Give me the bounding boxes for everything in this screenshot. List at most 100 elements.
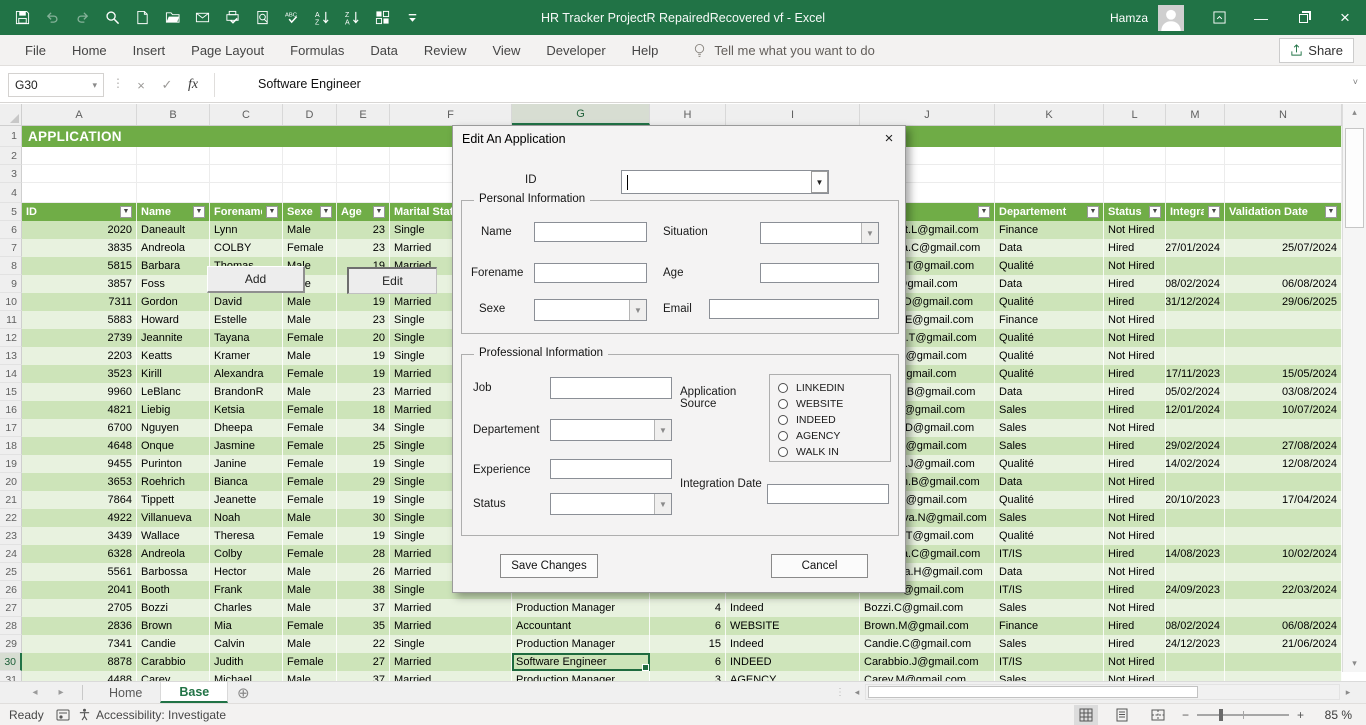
- cell-sexe[interactable]: Female: [283, 491, 337, 509]
- accessibility-status[interactable]: Accessibility: Investigate: [78, 708, 226, 722]
- cell-status[interactable]: Not Hired: [1104, 329, 1166, 347]
- cell-email[interactable]: Brown.M@gmail.com: [860, 617, 995, 635]
- sheet-nav-right-icon[interactable]: ▸: [48, 682, 74, 703]
- filter-button[interactable]: ▼: [373, 206, 385, 218]
- vertical-scrollbar[interactable]: ▴ ▾: [1342, 104, 1366, 672]
- cell-email[interactable]: Carabbio.J@gmail.com: [860, 653, 995, 671]
- row-header-31[interactable]: 31: [0, 671, 22, 681]
- formula-content[interactable]: Software Engineer: [258, 77, 361, 91]
- ribbon-tab-insert[interactable]: Insert: [120, 35, 179, 66]
- cell-age[interactable]: 25: [337, 437, 390, 455]
- cell-status[interactable]: Not Hired: [1104, 473, 1166, 491]
- zoom-out-icon[interactable]: −: [1182, 708, 1189, 722]
- cell-name[interactable]: Onque: [137, 437, 210, 455]
- cell-id[interactable]: 4648: [22, 437, 137, 455]
- empty-cell[interactable]: [1166, 183, 1225, 203]
- minimize-button[interactable]: —: [1240, 0, 1282, 35]
- cell-status[interactable]: Hired: [1104, 239, 1166, 257]
- row-header-27[interactable]: 27: [0, 599, 22, 617]
- cell-dept[interactable]: Finance: [995, 617, 1104, 635]
- cell-sexe[interactable]: Male: [283, 599, 337, 617]
- cell-name[interactable]: Booth: [137, 581, 210, 599]
- cell-valid[interactable]: 06/08/2024: [1225, 617, 1342, 635]
- empty-cell[interactable]: [137, 183, 210, 203]
- column-header-i[interactable]: I: [726, 104, 860, 125]
- cell-valid[interactable]: [1225, 527, 1342, 545]
- cell-age[interactable]: 38: [337, 581, 390, 599]
- cell-name[interactable]: Keatts: [137, 347, 210, 365]
- radio-icon[interactable]: [778, 383, 788, 393]
- cell-name[interactable]: Bozzi: [137, 599, 210, 617]
- filter-button[interactable]: ▼: [193, 206, 205, 218]
- cell-forename[interactable]: Ketsia: [210, 401, 283, 419]
- empty-cell[interactable]: [995, 165, 1104, 183]
- cell-integ[interactable]: [1166, 509, 1225, 527]
- cell-forename[interactable]: Noah: [210, 509, 283, 527]
- cell-marital[interactable]: Married: [390, 599, 512, 617]
- cell-status[interactable]: Not Hired: [1104, 221, 1166, 239]
- cell-sexe[interactable]: Female: [283, 437, 337, 455]
- cell-name[interactable]: Foss: [137, 275, 210, 293]
- cell-valid[interactable]: [1225, 563, 1342, 581]
- cell-status[interactable]: Not Hired: [1104, 527, 1166, 545]
- row-header-10[interactable]: 10: [0, 293, 22, 311]
- cell-integ[interactable]: 20/10/2023: [1166, 491, 1225, 509]
- cell-marital[interactable]: Single: [390, 635, 512, 653]
- save-changes-button[interactable]: Save Changes: [500, 554, 598, 578]
- cell-dept[interactable]: Sales: [995, 509, 1104, 527]
- cell-dept[interactable]: Qualité: [995, 293, 1104, 311]
- cell-integ[interactable]: [1166, 221, 1225, 239]
- column-header-d[interactable]: D: [283, 104, 337, 125]
- empty-cell[interactable]: [337, 147, 390, 165]
- cell-dept[interactable]: Data: [995, 383, 1104, 401]
- cell-id[interactable]: 7864: [22, 491, 137, 509]
- cell-status[interactable]: Hired: [1104, 293, 1166, 311]
- filter-button[interactable]: ▼: [1149, 206, 1161, 218]
- cell-name[interactable]: Gordon: [137, 293, 210, 311]
- switch-windows-icon[interactable]: [374, 9, 391, 26]
- cell-age[interactable]: 19: [337, 455, 390, 473]
- radio-icon[interactable]: [778, 415, 788, 425]
- cell-job[interactable]: Accountant: [512, 617, 650, 635]
- name-box[interactable]: G30 ▾: [8, 73, 104, 97]
- cell-sexe[interactable]: Male: [283, 581, 337, 599]
- cell-forename[interactable]: Lynn: [210, 221, 283, 239]
- cell-dept[interactable]: Sales: [995, 671, 1104, 681]
- new-file-icon[interactable]: [134, 9, 151, 26]
- departement-combobox[interactable]: ▼: [550, 419, 672, 441]
- edit-button[interactable]: Edit: [347, 267, 437, 294]
- empty-cell[interactable]: [137, 147, 210, 165]
- cell-dept[interactable]: Data: [995, 275, 1104, 293]
- cell-integ[interactable]: [1166, 419, 1225, 437]
- cell-valid[interactable]: 22/03/2024: [1225, 581, 1342, 599]
- formula-bar-expand-icon[interactable]: ˅: [1353, 77, 1358, 87]
- cell-sexe[interactable]: Male: [283, 563, 337, 581]
- cell-id[interactable]: 4922: [22, 509, 137, 527]
- cell-age[interactable]: 28: [337, 545, 390, 563]
- undo-icon[interactable]: [44, 9, 61, 26]
- cell-status[interactable]: Hired: [1104, 581, 1166, 599]
- row-header-16[interactable]: 16: [0, 401, 22, 419]
- horizontal-scroll-thumb[interactable]: [868, 686, 1198, 698]
- cell-integ[interactable]: 31/12/2024: [1166, 293, 1225, 311]
- cell-name[interactable]: Andreola: [137, 239, 210, 257]
- status-dropdown-icon[interactable]: ▼: [654, 494, 671, 514]
- radio-icon[interactable]: [778, 447, 788, 457]
- cell-id[interactable]: 2041: [22, 581, 137, 599]
- ribbon-tab-help[interactable]: Help: [619, 35, 672, 66]
- cell-integ[interactable]: 14/02/2024: [1166, 455, 1225, 473]
- cell-valid[interactable]: 10/02/2024: [1225, 545, 1342, 563]
- cell-valid[interactable]: [1225, 653, 1342, 671]
- cell-valid[interactable]: [1225, 311, 1342, 329]
- filter-button[interactable]: ▼: [266, 206, 278, 218]
- cell-id[interactable]: 2739: [22, 329, 137, 347]
- row-header-4[interactable]: 4: [0, 183, 22, 203]
- tell-me-box[interactable]: Tell me what you want to do: [693, 43, 874, 58]
- cell-forename[interactable]: Kramer: [210, 347, 283, 365]
- cell-forename[interactable]: Mia: [210, 617, 283, 635]
- cell-exp[interactable]: 6: [650, 653, 726, 671]
- cell-id[interactable]: 2705: [22, 599, 137, 617]
- cell-name[interactable]: Carabbio: [137, 653, 210, 671]
- cell-id[interactable]: 6700: [22, 419, 137, 437]
- cell-dept[interactable]: Qualité: [995, 347, 1104, 365]
